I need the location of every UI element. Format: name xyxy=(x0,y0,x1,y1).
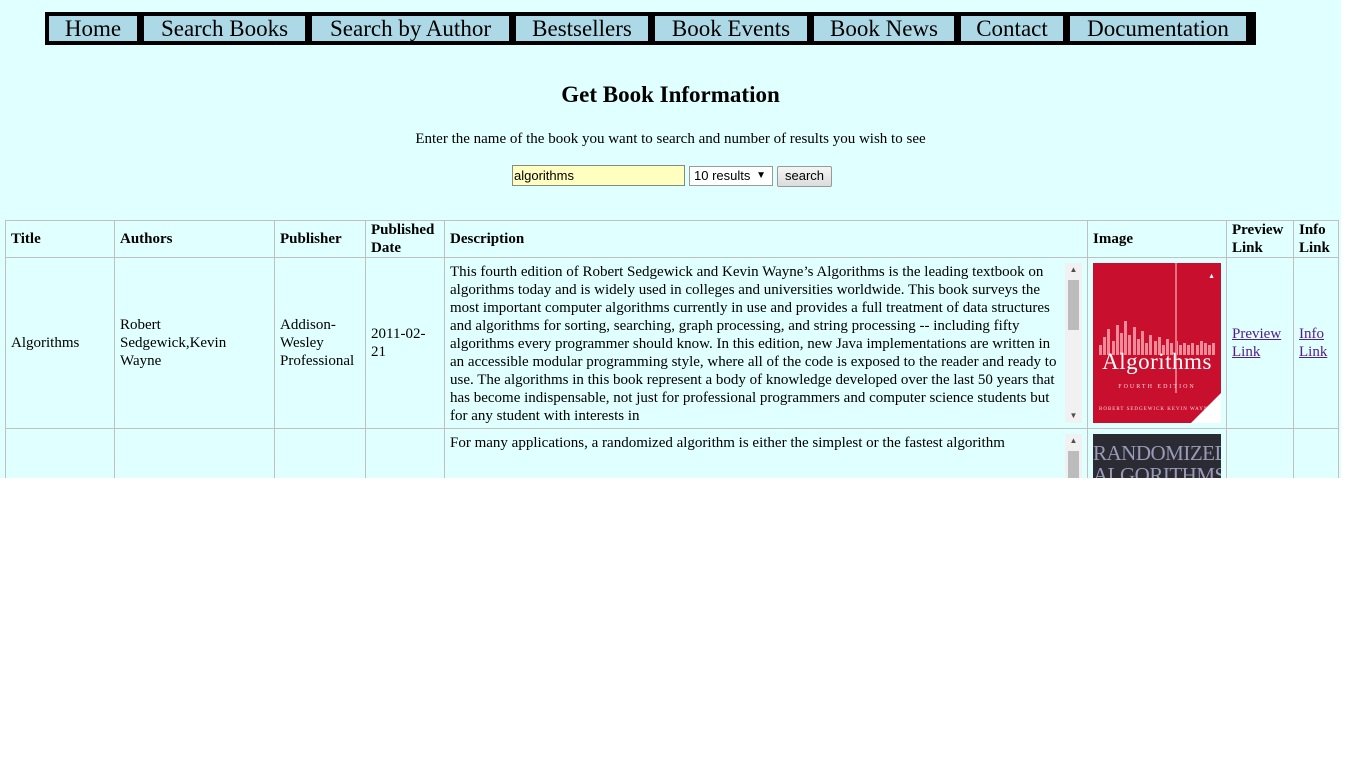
book-title: Algorithms xyxy=(5,257,115,429)
book-description-scrollbox[interactable]: For many applications, a randomized algo… xyxy=(450,434,1082,478)
column-header-preview-link: Preview Link xyxy=(1226,220,1294,258)
column-header-image: Image xyxy=(1087,220,1227,258)
search-instructions: Enter the name of the book you want to s… xyxy=(415,131,926,147)
nav-search-by-author[interactable]: Search by Author xyxy=(310,14,511,43)
book-description-scrollbox[interactable]: This fourth edition of Robert Sedgewick … xyxy=(450,263,1082,423)
nav-book-events[interactable]: Book Events xyxy=(653,14,809,43)
results-count-value: 10 results xyxy=(694,168,751,183)
preview-link-cell: Preview Link xyxy=(1226,257,1294,429)
column-header-info-link: Info Link xyxy=(1293,220,1339,258)
book-published-date xyxy=(365,428,445,478)
book-publisher: Addison-Wesley Professional xyxy=(274,257,366,429)
nav-bestsellers[interactable]: Bestsellers xyxy=(514,14,650,43)
scroll-thumb[interactable] xyxy=(1068,451,1079,478)
search-button[interactable]: search xyxy=(777,166,832,187)
scroll-up-arrow-icon[interactable]: ▲ xyxy=(1065,434,1082,448)
book-image-cell: ▲ Algorithms FOURTH EDITION ROBERT SEDGE… xyxy=(1087,257,1227,429)
nav-contact[interactable]: Contact xyxy=(959,14,1065,43)
table-row: For many applications, a randomized algo… xyxy=(5,428,1339,478)
book-publisher xyxy=(274,428,366,478)
scroll-down-arrow-icon[interactable]: ▼ xyxy=(1065,409,1082,423)
column-header-authors: Authors xyxy=(114,220,275,258)
page-title: Get Book Information xyxy=(561,82,780,107)
nav-book-news[interactable]: Book News xyxy=(812,14,956,43)
publisher-logo-icon: ▲ xyxy=(1208,272,1215,280)
info-link-cell xyxy=(1293,428,1339,478)
book-description: This fourth edition of Robert Sedgewick … xyxy=(450,264,1057,423)
book-cover-image: ▲ Algorithms FOURTH EDITION ROBERT SEDGE… xyxy=(1093,263,1221,423)
book-published-date: 2011-02-21 xyxy=(365,257,445,429)
results-table: Title Authors Publisher Published Date D… xyxy=(5,220,1339,478)
book-description: For many applications, a randomized algo… xyxy=(450,435,1005,451)
column-header-published-date: Published Date xyxy=(365,220,445,258)
book-cover-image: RANDOMIZED ALGORITHMS xyxy=(1093,434,1221,478)
book-description-cell: This fourth edition of Robert Sedgewick … xyxy=(444,257,1088,429)
search-input[interactable] xyxy=(512,165,685,186)
results-count-select[interactable]: 10 results ▼ xyxy=(689,166,773,186)
page-curl-graphic xyxy=(1191,393,1221,423)
nav-home[interactable]: Home xyxy=(47,14,139,43)
table-row: Algorithms Robert Sedgewick,Kevin Wayne … xyxy=(5,257,1339,429)
book-authors: Robert Sedgewick,Kevin Wayne xyxy=(114,257,275,429)
cover-title: RANDOMIZED ALGORITHMS xyxy=(1093,441,1221,478)
preview-link-cell xyxy=(1226,428,1294,478)
description-scrollbar[interactable]: ▲ ▼ xyxy=(1065,263,1082,423)
info-link-cell: Info Link xyxy=(1293,257,1339,429)
column-header-title: Title xyxy=(5,220,115,258)
book-description-cell: For many applications, a randomized algo… xyxy=(444,428,1088,478)
info-link[interactable]: Info Link xyxy=(1299,326,1327,360)
search-form: 10 results ▼ search xyxy=(0,165,1341,187)
cover-title: Algorithms xyxy=(1102,349,1212,374)
main-navigation: Home Search Books Search by Author Bests… xyxy=(45,12,1256,45)
nav-documentation[interactable]: Documentation xyxy=(1068,14,1248,43)
blank-area xyxy=(0,478,1366,768)
column-header-description: Description xyxy=(444,220,1088,258)
column-header-publisher: Publisher xyxy=(274,220,366,258)
page-viewport: Home Search Books Search by Author Bests… xyxy=(0,0,1341,478)
dropdown-arrow-icon: ▼ xyxy=(756,170,766,181)
scroll-thumb[interactable] xyxy=(1068,280,1079,330)
cover-bar-graphic xyxy=(1099,295,1216,355)
nav-search-books[interactable]: Search Books xyxy=(142,14,307,43)
scroll-up-arrow-icon[interactable]: ▲ xyxy=(1065,263,1082,277)
book-title xyxy=(5,428,115,478)
book-authors xyxy=(114,428,275,478)
preview-link[interactable]: Preview Link xyxy=(1232,326,1281,360)
table-header-row: Title Authors Publisher Published Date D… xyxy=(5,220,1339,258)
description-scrollbar[interactable]: ▲ ▼ xyxy=(1065,434,1082,478)
book-image-cell: RANDOMIZED ALGORITHMS xyxy=(1087,428,1227,478)
